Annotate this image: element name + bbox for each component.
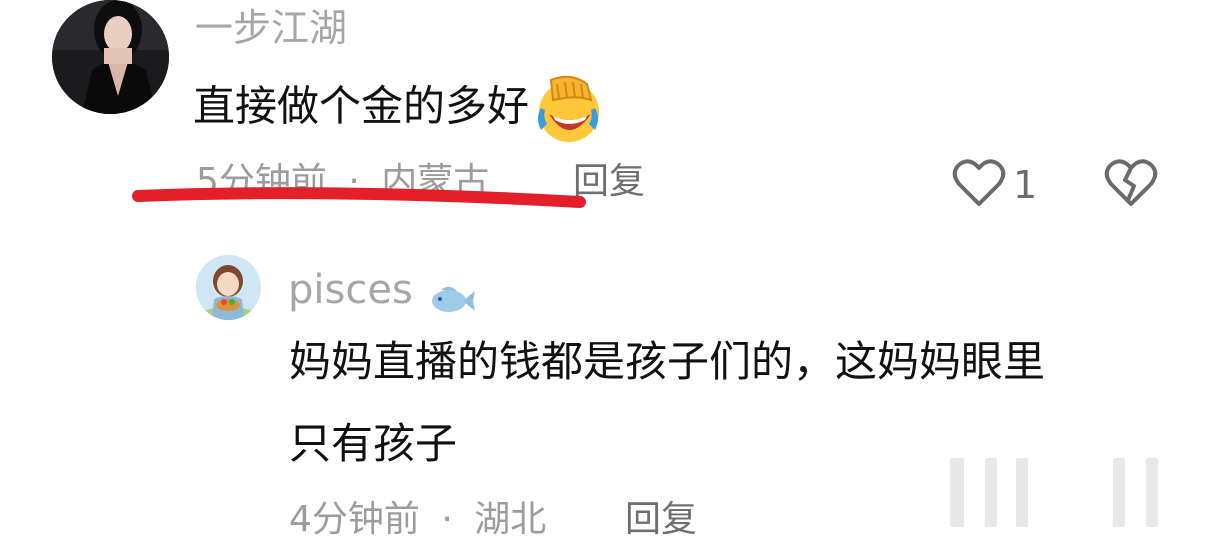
- reply-avatar[interactable]: [196, 255, 261, 320]
- annotation-underline: [132, 182, 586, 212]
- facepalm-laugh-emoji-icon: [531, 74, 603, 144]
- reply-username[interactable]: pisces: [288, 267, 413, 313]
- edge-strip: [1016, 458, 1028, 527]
- edge-strip: [1146, 458, 1158, 527]
- reply-text-line2: 只有孩子: [289, 419, 458, 468]
- commenter-username[interactable]: 一步江湖: [195, 4, 347, 52]
- like-heart-icon[interactable]: [952, 158, 1006, 208]
- reply-username-row: pisces: [288, 266, 477, 317]
- dislike-broken-heart-icon[interactable]: [1104, 158, 1158, 208]
- edge-strip: [1113, 458, 1125, 527]
- reply-separator: ·: [441, 499, 453, 540]
- comment-text: 直接做个金的多好: [193, 74, 603, 144]
- comment-text-content: 直接做个金的多好: [193, 81, 530, 131]
- fish-icon: [427, 281, 477, 317]
- reply-location: 湖北: [474, 499, 547, 540]
- edge-strip: [985, 458, 997, 527]
- like-count: 1: [1013, 163, 1038, 207]
- commenter-avatar[interactable]: [52, 0, 169, 114]
- edge-strip: [950, 458, 964, 527]
- reply-meta: 4分钟前 · 湖北: [289, 502, 546, 538]
- reply-time: 4分钟前: [289, 499, 420, 540]
- reply-text-line1: 妈妈直播的钱都是孩子们的，这妈妈眼里: [289, 337, 1046, 386]
- reply-reply-button[interactable]: 回复: [625, 502, 697, 538]
